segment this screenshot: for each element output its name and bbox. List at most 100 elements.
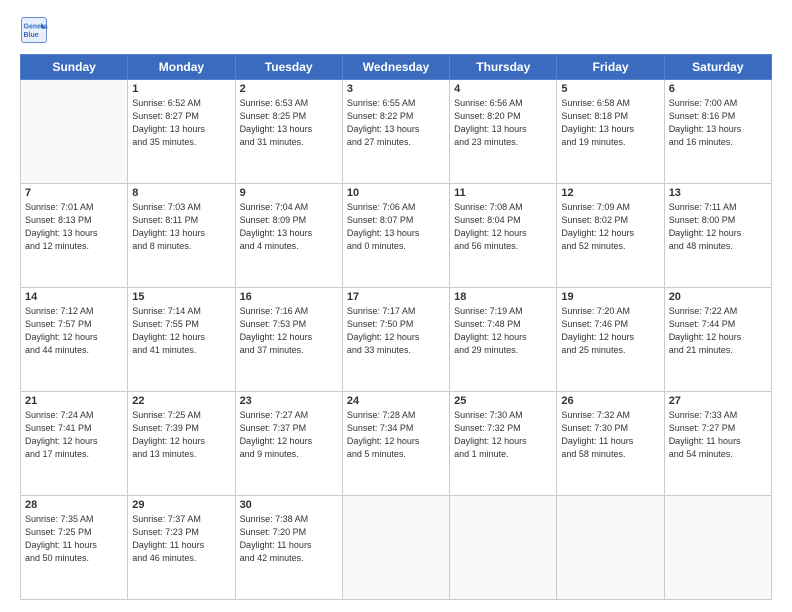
weekday-header-friday: Friday bbox=[557, 55, 664, 80]
weekday-header-tuesday: Tuesday bbox=[235, 55, 342, 80]
day-number: 26 bbox=[561, 395, 659, 407]
day-info: Sunrise: 6:53 AM Sunset: 8:25 PM Dayligh… bbox=[240, 97, 338, 149]
day-number: 14 bbox=[25, 291, 123, 303]
day-info: Sunrise: 7:24 AM Sunset: 7:41 PM Dayligh… bbox=[25, 409, 123, 461]
day-number: 25 bbox=[454, 395, 552, 407]
day-info: Sunrise: 6:52 AM Sunset: 8:27 PM Dayligh… bbox=[132, 97, 230, 149]
day-number: 12 bbox=[561, 187, 659, 199]
week-row-3: 14 Sunrise: 7:12 AM Sunset: 7:57 PM Dayli… bbox=[21, 288, 772, 392]
calendar-cell: 13 Sunrise: 7:11 AM Sunset: 8:00 PM Dayli… bbox=[664, 184, 771, 288]
week-row-2: 7 Sunrise: 7:01 AM Sunset: 8:13 PM Daylig… bbox=[21, 184, 772, 288]
day-number: 20 bbox=[669, 291, 767, 303]
day-info: Sunrise: 7:00 AM Sunset: 8:16 PM Dayligh… bbox=[669, 97, 767, 149]
day-info: Sunrise: 7:28 AM Sunset: 7:34 PM Dayligh… bbox=[347, 409, 445, 461]
day-number: 3 bbox=[347, 83, 445, 95]
calendar-cell: 10 Sunrise: 7:06 AM Sunset: 8:07 PM Dayli… bbox=[342, 184, 449, 288]
calendar-cell: 7 Sunrise: 7:01 AM Sunset: 8:13 PM Daylig… bbox=[21, 184, 128, 288]
weekday-header-saturday: Saturday bbox=[664, 55, 771, 80]
day-number: 28 bbox=[25, 499, 123, 511]
day-number: 2 bbox=[240, 83, 338, 95]
calendar-cell: 21Sunrise: 7:24 AM Sunset: 7:41 PM Dayli… bbox=[21, 392, 128, 496]
day-info: Sunrise: 7:06 AM Sunset: 8:07 PM Dayligh… bbox=[347, 201, 445, 253]
calendar-cell bbox=[557, 496, 664, 600]
day-info: Sunrise: 7:22 AM Sunset: 7:44 PM Dayligh… bbox=[669, 305, 767, 357]
calendar-cell: 15 Sunrise: 7:14 AM Sunset: 7:55 PM Dayli… bbox=[128, 288, 235, 392]
day-info: Sunrise: 7:25 AM Sunset: 7:39 PM Dayligh… bbox=[132, 409, 230, 461]
day-info: Sunrise: 7:30 AM Sunset: 7:32 PM Dayligh… bbox=[454, 409, 552, 461]
calendar-cell: 4 Sunrise: 6:56 AM Sunset: 8:20 PM Daylig… bbox=[450, 80, 557, 184]
day-number: 15 bbox=[132, 291, 230, 303]
day-info: Sunrise: 7:27 AM Sunset: 7:37 PM Dayligh… bbox=[240, 409, 338, 461]
day-info: Sunrise: 7:16 AM Sunset: 7:53 PM Dayligh… bbox=[240, 305, 338, 357]
page: General Blue SundayMondayTuesdayWednesda… bbox=[0, 0, 792, 612]
day-number: 23 bbox=[240, 395, 338, 407]
day-info: Sunrise: 7:38 AM Sunset: 7:20 PM Dayligh… bbox=[240, 513, 338, 565]
day-info: Sunrise: 7:09 AM Sunset: 8:02 PM Dayligh… bbox=[561, 201, 659, 253]
calendar-cell: 14 Sunrise: 7:12 AM Sunset: 7:57 PM Dayli… bbox=[21, 288, 128, 392]
day-info: Sunrise: 7:35 AM Sunset: 7:25 PM Dayligh… bbox=[25, 513, 123, 565]
day-info: Sunrise: 6:56 AM Sunset: 8:20 PM Dayligh… bbox=[454, 97, 552, 149]
day-info: Sunrise: 7:04 AM Sunset: 8:09 PM Dayligh… bbox=[240, 201, 338, 253]
day-number: 8 bbox=[132, 187, 230, 199]
day-info: Sunrise: 7:37 AM Sunset: 7:23 PM Dayligh… bbox=[132, 513, 230, 565]
weekday-header-row: SundayMondayTuesdayWednesdayThursdayFrid… bbox=[21, 55, 772, 80]
day-number: 30 bbox=[240, 499, 338, 511]
day-info: Sunrise: 7:20 AM Sunset: 7:46 PM Dayligh… bbox=[561, 305, 659, 357]
logo: General Blue bbox=[20, 16, 48, 44]
calendar-cell: 6 Sunrise: 7:00 AM Sunset: 8:16 PM Daylig… bbox=[664, 80, 771, 184]
day-number: 17 bbox=[347, 291, 445, 303]
day-info: Sunrise: 7:11 AM Sunset: 8:00 PM Dayligh… bbox=[669, 201, 767, 253]
day-number: 4 bbox=[454, 83, 552, 95]
day-number: 9 bbox=[240, 187, 338, 199]
day-info: Sunrise: 7:17 AM Sunset: 7:50 PM Dayligh… bbox=[347, 305, 445, 357]
calendar-cell: 5Sunrise: 6:58 AM Sunset: 8:18 PM Daylig… bbox=[557, 80, 664, 184]
calendar-cell bbox=[450, 496, 557, 600]
week-row-1: 1 Sunrise: 6:52 AM Sunset: 8:27 PM Daylig… bbox=[21, 80, 772, 184]
calendar-cell: 26 Sunrise: 7:32 AM Sunset: 7:30 PM Dayli… bbox=[557, 392, 664, 496]
day-info: Sunrise: 7:01 AM Sunset: 8:13 PM Dayligh… bbox=[25, 201, 123, 253]
day-number: 22 bbox=[132, 395, 230, 407]
day-info: Sunrise: 6:55 AM Sunset: 8:22 PM Dayligh… bbox=[347, 97, 445, 149]
calendar-cell: 18Sunrise: 7:19 AM Sunset: 7:48 PM Dayli… bbox=[450, 288, 557, 392]
calendar-cell: 20 Sunrise: 7:22 AM Sunset: 7:44 PM Dayli… bbox=[664, 288, 771, 392]
header: General Blue bbox=[20, 16, 772, 44]
calendar-cell: 24 Sunrise: 7:28 AM Sunset: 7:34 PM Dayli… bbox=[342, 392, 449, 496]
weekday-header-thursday: Thursday bbox=[450, 55, 557, 80]
day-number: 29 bbox=[132, 499, 230, 511]
calendar-cell: 22 Sunrise: 7:25 AM Sunset: 7:39 PM Dayli… bbox=[128, 392, 235, 496]
day-number: 10 bbox=[347, 187, 445, 199]
calendar-cell: 25 Sunrise: 7:30 AM Sunset: 7:32 PM Dayli… bbox=[450, 392, 557, 496]
day-info: Sunrise: 6:58 AM Sunset: 8:18 PM Dayligh… bbox=[561, 97, 659, 149]
day-info: Sunrise: 7:12 AM Sunset: 7:57 PM Dayligh… bbox=[25, 305, 123, 357]
weekday-header-sunday: Sunday bbox=[21, 55, 128, 80]
calendar-cell: 12 Sunrise: 7:09 AM Sunset: 8:02 PM Dayli… bbox=[557, 184, 664, 288]
day-number: 27 bbox=[669, 395, 767, 407]
calendar-cell: 8 Sunrise: 7:03 AM Sunset: 8:11 PM Daylig… bbox=[128, 184, 235, 288]
weekday-header-monday: Monday bbox=[128, 55, 235, 80]
day-number: 11 bbox=[454, 187, 552, 199]
day-info: Sunrise: 7:14 AM Sunset: 7:55 PM Dayligh… bbox=[132, 305, 230, 357]
week-row-4: 21Sunrise: 7:24 AM Sunset: 7:41 PM Dayli… bbox=[21, 392, 772, 496]
calendar-cell: 19Sunrise: 7:20 AM Sunset: 7:46 PM Dayli… bbox=[557, 288, 664, 392]
calendar-table: SundayMondayTuesdayWednesdayThursdayFrid… bbox=[20, 54, 772, 600]
calendar-cell bbox=[664, 496, 771, 600]
svg-text:Blue: Blue bbox=[24, 32, 39, 39]
day-number: 7 bbox=[25, 187, 123, 199]
calendar-cell: 17 Sunrise: 7:17 AM Sunset: 7:50 PM Dayli… bbox=[342, 288, 449, 392]
day-number: 1 bbox=[132, 83, 230, 95]
weekday-header-wednesday: Wednesday bbox=[342, 55, 449, 80]
calendar-cell: 30 Sunrise: 7:38 AM Sunset: 7:20 PM Dayli… bbox=[235, 496, 342, 600]
calendar-cell: 1 Sunrise: 6:52 AM Sunset: 8:27 PM Daylig… bbox=[128, 80, 235, 184]
day-number: 24 bbox=[347, 395, 445, 407]
day-info: Sunrise: 7:32 AM Sunset: 7:30 PM Dayligh… bbox=[561, 409, 659, 461]
day-info: Sunrise: 7:08 AM Sunset: 8:04 PM Dayligh… bbox=[454, 201, 552, 253]
day-info: Sunrise: 7:03 AM Sunset: 8:11 PM Dayligh… bbox=[132, 201, 230, 253]
calendar-cell: 2 Sunrise: 6:53 AM Sunset: 8:25 PM Daylig… bbox=[235, 80, 342, 184]
day-number: 18 bbox=[454, 291, 552, 303]
calendar-cell bbox=[21, 80, 128, 184]
day-number: 6 bbox=[669, 83, 767, 95]
calendar-cell bbox=[342, 496, 449, 600]
day-info: Sunrise: 7:33 AM Sunset: 7:27 PM Dayligh… bbox=[669, 409, 767, 461]
calendar-cell: 11 Sunrise: 7:08 AM Sunset: 8:04 PM Dayli… bbox=[450, 184, 557, 288]
day-number: 13 bbox=[669, 187, 767, 199]
